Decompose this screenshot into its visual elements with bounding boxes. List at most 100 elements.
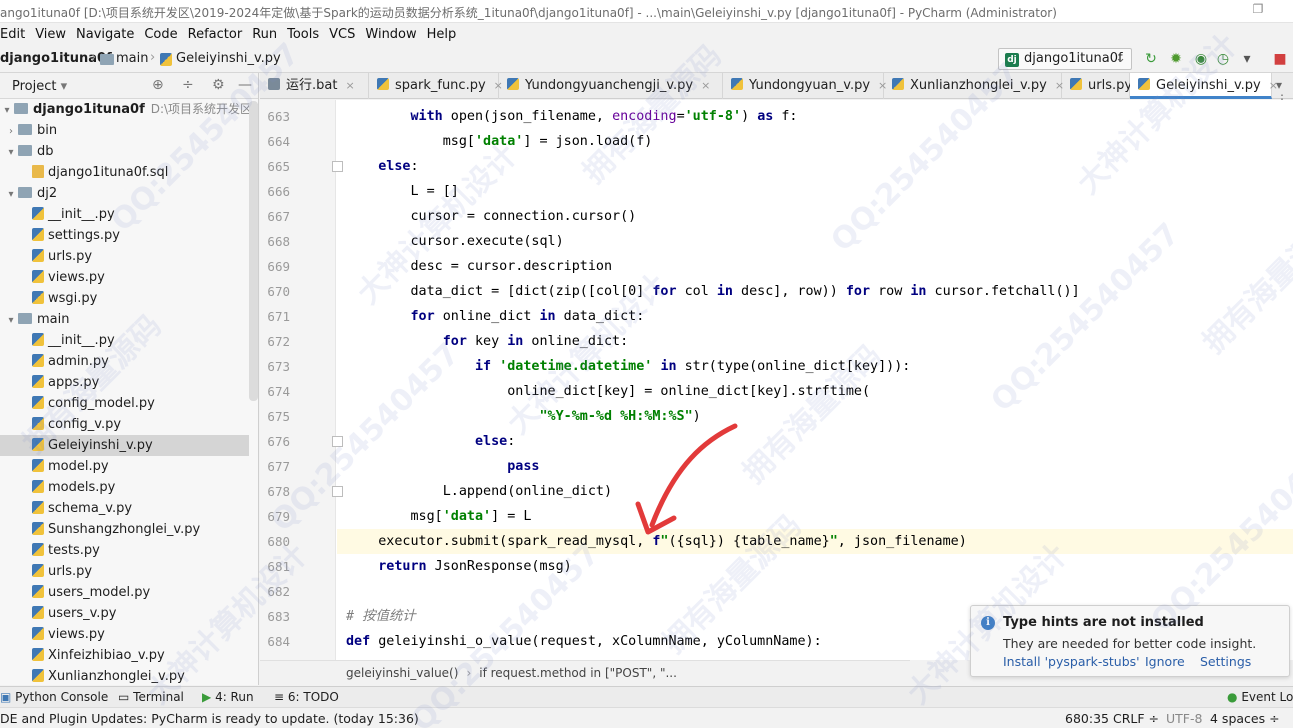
- rerun-icon[interactable]: ↻: [1142, 50, 1160, 68]
- tree-file[interactable]: users_model.py: [0, 582, 249, 603]
- tree-file[interactable]: __init__.py: [0, 204, 249, 225]
- editor-tab[interactable]: Xunlianzhonglei_v.py ×: [884, 73, 1064, 99]
- editor-tab[interactable]: Yundongyuanchengji_v.py ×: [499, 73, 723, 99]
- editor-tab[interactable]: 运行.bat ×: [260, 73, 369, 99]
- locate-icon[interactable]: ⊕: [152, 77, 164, 93]
- tree-file[interactable]: views.py: [0, 267, 249, 288]
- gear-icon[interactable]: ⚙: [212, 77, 225, 93]
- editor-tab[interactable]: urls.py×: [1062, 73, 1149, 99]
- code-line[interactable]: for online_dict in data_dict:: [346, 304, 645, 329]
- concurrency-icon[interactable]: ▾: [1238, 50, 1256, 68]
- tree-file[interactable]: Xunlianzhonglei_v.py: [0, 666, 249, 685]
- breadcrumb-folder[interactable]: main: [116, 51, 148, 66]
- fold-marker-icon[interactable]: [332, 436, 343, 447]
- code-line[interactable]: pass: [346, 454, 539, 479]
- chevron-down-icon[interactable]: ▾: [4, 184, 18, 205]
- code-line[interactable]: msg['data'] = L: [346, 504, 531, 529]
- menu-edit[interactable]: Edit: [0, 27, 30, 42]
- menu-view[interactable]: View: [30, 27, 71, 42]
- coverage-icon[interactable]: ◉: [1192, 50, 1210, 68]
- run-config-selector[interactable]: dj django1ituna0f ⌄: [998, 48, 1132, 70]
- editor-tab[interactable]: spark_func.py ×: [369, 73, 503, 99]
- tree-file[interactable]: tests.py: [0, 540, 249, 561]
- tree-file[interactable]: config_model.py: [0, 393, 249, 414]
- editor-tab[interactable]: Geleiyinshi_v.py ×: [1130, 73, 1278, 99]
- settings-link[interactable]: Settings: [1200, 654, 1251, 669]
- tree-folder[interactable]: ▾ db: [0, 141, 249, 162]
- chevron-down-icon[interactable]: ▾: [4, 142, 18, 163]
- tree-file[interactable]: models.py: [0, 477, 249, 498]
- indent-setting[interactable]: 4 spaces ÷: [1210, 711, 1280, 726]
- breadcrumb-file[interactable]: Geleiyinshi_v.py: [176, 51, 281, 66]
- project-panel-title[interactable]: Project ▾: [12, 79, 67, 94]
- fold-marker-icon[interactable]: [332, 486, 343, 497]
- code-line[interactable]: for key in online_dict:: [346, 329, 628, 354]
- code-line[interactable]: return JsonResponse(msg): [346, 554, 572, 579]
- tree-file[interactable]: urls.py: [0, 561, 249, 582]
- todo-button[interactable]: ≡ 6: TODO: [274, 690, 339, 704]
- menu-tools[interactable]: Tools: [282, 27, 324, 42]
- menu-window[interactable]: Window: [360, 27, 421, 42]
- tree-file[interactable]: users_v.py: [0, 603, 249, 624]
- tree-file[interactable]: urls.py: [0, 246, 249, 267]
- install-stubs-link[interactable]: Install 'pyspark-stubs': [1003, 654, 1140, 669]
- editor-tab[interactable]: Yundongyuan_v.py ×: [723, 73, 887, 99]
- code-line[interactable]: def geleiyinshi_o_value(request, xColumn…: [346, 629, 822, 654]
- crumb-condition[interactable]: if request.method in ["POST", "...: [479, 666, 677, 680]
- tree-file[interactable]: __init__.py: [0, 330, 249, 351]
- menu-vcs[interactable]: VCS: [324, 27, 360, 42]
- code-line[interactable]: "%Y-%m-%d %H:%M:%S"): [346, 404, 700, 429]
- file-encoding[interactable]: UTF-8: [1166, 711, 1202, 726]
- debug-icon[interactable]: ✹: [1167, 50, 1185, 68]
- code-line[interactable]: data_dict = [dict(zip([col[0] for col in…: [346, 279, 1079, 304]
- tree-file[interactable]: Xinfeizhibiao_v.py: [0, 645, 249, 666]
- code-line[interactable]: desc = cursor.description: [346, 254, 612, 279]
- menu-code[interactable]: Code: [139, 27, 182, 42]
- crumb-function[interactable]: geleiyinshi_value(): [346, 666, 458, 680]
- tree-file[interactable]: schema_v.py: [0, 498, 249, 519]
- restore-window-icon[interactable]: ❐: [1249, 2, 1267, 20]
- code-line[interactable]: executor.submit(spark_read_mysql, f"({sq…: [346, 529, 967, 554]
- fold-marker-icon[interactable]: [332, 161, 343, 172]
- tree-file[interactable]: settings.py: [0, 225, 249, 246]
- profile-icon[interactable]: ◷: [1214, 50, 1232, 68]
- tree-file[interactable]: admin.py: [0, 351, 249, 372]
- tree-file[interactable]: wsgi.py: [0, 288, 249, 309]
- project-scrollbar[interactable]: [249, 101, 258, 401]
- event-log-button[interactable]: ● Event Log: [1227, 690, 1293, 704]
- code-line[interactable]: else:: [346, 154, 418, 179]
- chevron-right-icon[interactable]: ›: [4, 121, 18, 142]
- tree-folder[interactable]: ▾ dj2: [0, 183, 249, 204]
- close-icon[interactable]: ×: [701, 79, 710, 92]
- chevron-down-icon[interactable]: ▾: [4, 310, 18, 331]
- code-line[interactable]: cursor = connection.cursor(): [346, 204, 636, 229]
- menu-refactor[interactable]: Refactor: [183, 27, 248, 42]
- python-console-button[interactable]: ▣ Python Console: [0, 690, 108, 704]
- tree-root[interactable]: ▾ django1ituna0f D:\项目系统开发区\2019: [0, 99, 258, 121]
- code-line[interactable]: msg['data'] = json.load(f): [346, 129, 653, 154]
- run-button[interactable]: ▶ 4: Run: [202, 690, 254, 704]
- code-line[interactable]: if 'datetime.datetime' in str(type(onlin…: [346, 354, 910, 379]
- chevron-down-icon[interactable]: ▾: [0, 100, 14, 121]
- line-separator[interactable]: CRLF ÷: [1113, 711, 1159, 726]
- tree-file[interactable]: Sunshangzhonglei_v.py: [0, 519, 249, 540]
- menu-run[interactable]: Run: [247, 27, 282, 42]
- code-line[interactable]: L.append(online_dict): [346, 479, 612, 504]
- tree-file[interactable]: apps.py: [0, 372, 249, 393]
- hide-panel-icon[interactable]: —: [238, 77, 252, 93]
- tree-file[interactable]: config_v.py: [0, 414, 249, 435]
- code-line[interactable]: # 按值统计: [346, 604, 416, 629]
- code-line[interactable]: else:: [346, 429, 515, 454]
- ignore-link[interactable]: Ignore: [1145, 654, 1185, 669]
- menu-navigate[interactable]: Navigate: [71, 27, 139, 42]
- tree-folder[interactable]: › bin: [0, 120, 249, 141]
- tree-file[interactable]: Geleiyinshi_v.py: [0, 435, 249, 456]
- tree-file[interactable]: model.py: [0, 456, 249, 477]
- code-line[interactable]: cursor.execute(sql): [346, 229, 563, 254]
- collapse-all-icon[interactable]: ÷: [182, 77, 194, 93]
- code-editor[interactable]: 663 with open(json_filename, encoding='u…: [260, 100, 1293, 660]
- stop-icon[interactable]: ■: [1271, 50, 1289, 68]
- terminal-button[interactable]: ▭ Terminal: [118, 690, 184, 704]
- code-line[interactable]: online_dict[key] = online_dict[key].strf…: [346, 379, 870, 404]
- tree-file[interactable]: views.py: [0, 624, 249, 645]
